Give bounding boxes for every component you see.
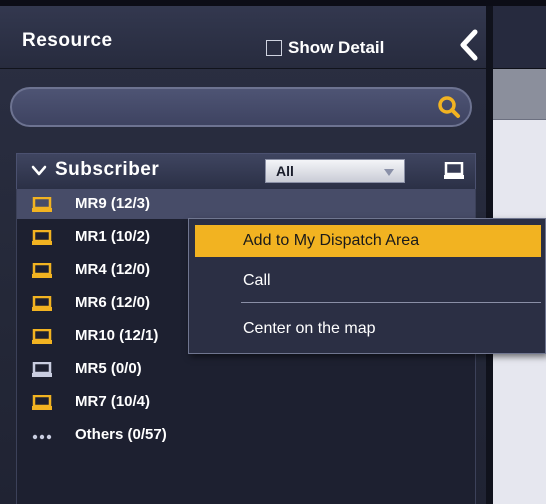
list-item-label: MR4 (12/0) [75, 261, 151, 278]
map-header [493, 6, 546, 69]
show-detail-checkbox[interactable] [266, 40, 282, 56]
terminal-icon [32, 395, 52, 410]
menu-item-center-on-map[interactable]: Center on the map [195, 313, 541, 345]
terminal-icon[interactable] [443, 162, 465, 180]
menu-item-add-to-dispatch-area[interactable]: Add to My Dispatch Area [195, 225, 541, 257]
terminal-icon [32, 362, 52, 377]
context-menu: Add to My Dispatch Area Call Center on t… [188, 218, 546, 354]
subscriber-header: Subscriber All [16, 153, 476, 189]
terminal-icon [32, 230, 52, 245]
subscriber-label: Subscriber [55, 159, 160, 180]
dropdown-arrow-icon [384, 169, 394, 176]
list-item[interactable]: MR9 (12/3) [17, 189, 475, 219]
search-box [10, 87, 472, 127]
list-item-label: MR1 (10/2) [75, 228, 151, 245]
list-item[interactable]: MR7 (10/4) [17, 387, 475, 417]
list-item-label: MR5 (0/0) [75, 360, 142, 377]
terminal-icon [32, 263, 52, 278]
list-item-label: Others (0/57) [75, 426, 167, 443]
filter-value: All [276, 163, 294, 179]
menu-item-label: Add to My Dispatch Area [243, 232, 420, 249]
search-button[interactable] [436, 94, 462, 120]
terminal-icon [32, 197, 52, 212]
chevron-left-icon [460, 29, 478, 61]
subscriber-filter-select[interactable]: All [265, 159, 405, 183]
menu-item-call[interactable]: Call [195, 265, 541, 297]
list-item-label: MR9 (12/3) [75, 195, 151, 212]
list-item-label: MR6 (12/0) [75, 294, 151, 311]
chevron-down-icon[interactable] [31, 165, 47, 177]
search-input[interactable] [28, 97, 432, 121]
list-item-label: MR10 (12/1) [75, 327, 159, 344]
show-detail-toggle[interactable]: Show Detail [266, 37, 384, 59]
more-icon [32, 434, 52, 440]
panel-title: Resource [22, 30, 113, 51]
panel-header: Resource Show Detail [0, 6, 486, 69]
list-item-label: MR7 (10/4) [75, 393, 151, 410]
list-item[interactable]: Others (0/57) [17, 420, 475, 450]
menu-separator [241, 302, 541, 303]
collapse-panel-button[interactable] [456, 28, 482, 62]
terminal-icon [32, 329, 52, 344]
menu-item-label: Center on the map [243, 320, 376, 337]
search-icon [438, 96, 460, 118]
show-detail-label: Show Detail [288, 38, 385, 57]
map-toolbar [493, 69, 546, 120]
terminal-icon [32, 296, 52, 311]
menu-item-label: Call [243, 272, 271, 289]
list-item[interactable]: MR5 (0/0) [17, 354, 475, 384]
